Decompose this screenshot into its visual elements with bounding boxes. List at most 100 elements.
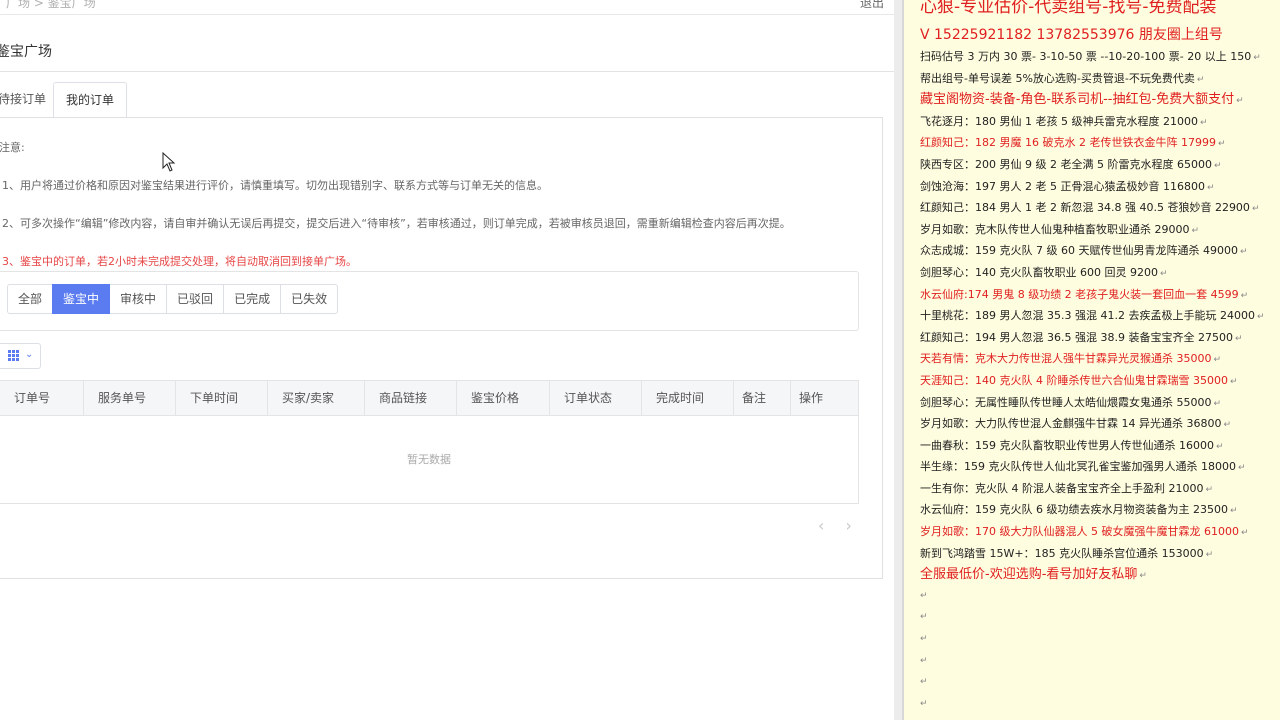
tab-panel: 注意: 1、用户将通过价格和原因对鉴宝结果进行评价，请慎重填写。切勿出现错别字、… — [0, 117, 883, 579]
document-line: 全服最低价-欢迎选购-看号加好友私聊 ↵ — [920, 564, 1280, 586]
filter-all-button[interactable]: 全部 — [7, 284, 54, 314]
document-line-text: 岁月如歌：170 级大力队仙器混人 5 破女魔强牛魔甘霖龙 61000 — [920, 525, 1239, 539]
document-line: 岁月如歌：大力队传世混人金麒强牛甘霖 14 异光通杀 36800 ↵ — [920, 413, 1280, 435]
order-tabs: 待接订单 我的订单 — [0, 82, 882, 118]
chevron-down-icon: ⌄ — [25, 349, 34, 360]
document-line-text: 飞花逐月：180 男仙 1 老孩 5 级神兵雷克水程度 21000 — [920, 114, 1198, 128]
notice-item-3: 3、鉴宝中的订单，若2小时未完成提交处理，将自动取消回到接单广场。 — [2, 255, 357, 268]
paragraph-mark-icon: ↵ — [920, 612, 928, 623]
column-header[interactable]: 鉴宝价格 — [457, 381, 550, 415]
document-line-text: 藏宝阁物资-装备-角色-联系司机--抽红包-免费大额支付 — [920, 92, 1235, 108]
paragraph-mark-icon: ↵ — [1256, 312, 1265, 323]
paragraph-mark-icon: ↵ — [920, 677, 928, 688]
logout-link[interactable]: 退出 — [860, 0, 884, 11]
paragraph-mark-icon: ↵ — [1191, 225, 1200, 236]
column-header[interactable]: 订单状态 — [550, 381, 642, 415]
document-line-text: 一曲春秋：159 克火队畜牧职业传世男人传世仙通杀 16000 — [920, 438, 1214, 452]
document-line: 一曲春秋：159 克火队畜牧职业传世男人传世仙通杀 16000 ↵ — [920, 435, 1280, 457]
document-heading: 心狠-专业估价-代卖组号-找号-免费配装 — [920, 0, 1217, 17]
document-line: 藏宝阁物资-装备-角色-联系司机--抽红包-免费大额支付 ↵ — [920, 89, 1280, 111]
paragraph-mark-icon: ↵ — [1159, 268, 1168, 279]
document-line: 十里桃花：189 男人忽混 35.3 强混 41.2 去疾孟极上手能玩 2400… — [920, 305, 1280, 327]
paragraph-mark-icon: ↵ — [1205, 549, 1214, 560]
document-line: 红颜知己：184 男人 1 老 2 新忽混 34.8 强 40.5 苍狼妙音 2… — [920, 197, 1280, 219]
contact-line: V 15225921182 13782553976 朋友圈上组号 — [920, 27, 1223, 43]
document-line-text: 帮出组号-单号误差 5%放心选购-买贵管退-不玩免费代卖 — [920, 71, 1195, 85]
document-line-text: 剑胆琴心：无属性睡队传世睡人太皓仙煨霞女鬼通杀 55000 — [920, 395, 1212, 409]
document-line-text: 岁月如歌：克木队传世人仙鬼种植畜牧职业通杀 29000 — [920, 222, 1190, 236]
document-line: 剑蚀沧海：197 男人 2 老 5 正骨混心猿孟极妙音 116800 ↵ — [920, 176, 1280, 198]
document-line-text: 岁月如歌：大力队传世混人金麒强牛甘霖 14 异光通杀 36800 — [920, 417, 1222, 431]
tab-pending-orders[interactable]: 待接订单 — [0, 82, 50, 116]
next-page-button[interactable]: › — [846, 516, 852, 535]
paragraph-mark-icon: ↵ — [1199, 117, 1208, 128]
column-settings-button[interactable]: ⌄ — [0, 343, 41, 369]
column-header[interactable]: 操作 — [791, 381, 858, 415]
document-line-text: 半生缘：159 克火队传世人仙北冥孔雀宝鉴加强男人通杀 18000 — [920, 460, 1236, 474]
order-app: 广场 > 鉴宝广场 退出 鉴宝广场 待接订单 我的订单 注意: 1、用户将通过价… — [0, 0, 894, 720]
pagination: ‹ › — [810, 516, 860, 535]
document-line-text: 剑胆琴心：140 克火队畜牧职业 600 回灵 9200 — [920, 265, 1158, 279]
column-header[interactable]: 下单时间 — [176, 381, 268, 415]
page-title: 鉴宝广场 — [0, 44, 52, 60]
document-line: 扫码估号 3 万内 30 票- 3-10-50 票 --10-20-100 票-… — [920, 46, 1280, 68]
paragraph-mark-icon: ↵ — [1236, 96, 1244, 107]
paragraph-mark-icon: ↵ — [920, 590, 928, 601]
document-line: 众志成城：159 克火队 7 级 60 天赋传世仙男青龙阵通杀 49000 ↵ — [920, 240, 1280, 262]
paragraph-mark-icon: ↵ — [1234, 333, 1243, 344]
column-header[interactable]: 买家/卖家 — [268, 381, 365, 415]
document-line: 天若有情：克木大力传世混人强牛甘霖异光灵猴通杀 35000 ↵ — [920, 348, 1280, 370]
paragraph-mark-icon: ↵ — [1229, 376, 1238, 387]
paragraph-mark-icon: ↵ — [1213, 398, 1222, 409]
notice-item-2: 2、可多次操作“编辑”修改内容，请自审并确认无误后再提交，提交后进入“待审核”，… — [2, 217, 791, 230]
prev-page-button[interactable]: ‹ — [818, 516, 824, 535]
filter-reviewing-button[interactable]: 审核中 — [109, 284, 168, 314]
paragraph-mark-icon: ↵ — [1213, 160, 1222, 171]
filter-appraising-button[interactable]: 鉴宝中 — [52, 284, 111, 314]
notice-title: 注意: — [0, 141, 25, 154]
document-line-text: 红颜知己：194 男人忽混 36.5 强混 38.9 装备宝宝齐全 27500 — [920, 330, 1233, 344]
column-header[interactable]: 备注 — [734, 381, 791, 415]
document-line: 剑胆琴心：140 克火队畜牧职业 600 回灵 9200 ↵ — [920, 262, 1280, 284]
document-line: 天涯知己：140 克火队 4 阶睡杀传世六合仙鬼甘霖瑞雪 35000 ↵ — [920, 370, 1280, 392]
document-line-text: 众志成城：159 克火队 7 级 60 天赋传世仙男青龙阵通杀 49000 — [920, 244, 1238, 258]
document-line: 红颜知己：182 男魔 16 破克水 2 老传世铁衣金牛阵 17999 ↵ — [920, 132, 1280, 154]
table-header: 订单号 服务单号 下单时间 买家/卖家 商品链接 鉴宝价格 订单状态 完成时间 … — [0, 381, 858, 416]
document-body[interactable]: 扫码估号 3 万内 30 票- 3-10-50 票 --10-20-100 票-… — [920, 46, 1280, 715]
paragraph-mark-icon: ↵ — [920, 698, 928, 709]
empty-state: 暂无数据 — [407, 453, 451, 466]
document-line-text: 红颜知己：184 男人 1 老 2 新忽混 34.8 强 40.5 苍狼妙音 2… — [920, 201, 1250, 215]
paragraph-mark-icon: ↵ — [1206, 182, 1215, 193]
paragraph-mark-icon: ↵ — [1251, 204, 1260, 215]
document-line: 水云仙府：159 克火队 6 级功绩去疾水月物资装备为主 23500 ↵ — [920, 499, 1280, 521]
filter-expired-button[interactable]: 已失效 — [280, 284, 339, 314]
grid-icon — [8, 350, 19, 361]
filter-rejected-button[interactable]: 已驳回 — [166, 284, 225, 314]
paragraph-mark-icon: ↵ — [1229, 506, 1238, 517]
tab-my-orders[interactable]: 我的订单 — [53, 82, 127, 118]
top-bar: 广场 > 鉴宝广场 退出 — [0, 0, 894, 15]
document-line-text: 一生有你：克火队 4 阶混人装备宝宝齐全上手盈利 21000 — [920, 481, 1204, 495]
paragraph-mark-icon: ↵ — [920, 655, 928, 666]
document-line: 岁月如歌：克木队传世人仙鬼种植畜牧职业通杀 29000 ↵ — [920, 219, 1280, 241]
paragraph-mark-icon: ↵ — [1223, 420, 1232, 431]
document-line-text: 全服最低价-欢迎选购-看号加好友私聊 — [920, 567, 1138, 583]
paragraph-mark-icon: ↵ — [1213, 355, 1222, 366]
column-header[interactable]: 服务单号 — [84, 381, 176, 415]
document-line-text: 水云仙府：159 克火队 6 级功绩去疾水月物资装备为主 23500 — [920, 503, 1228, 517]
document-line: 一生有你：克火队 4 阶混人装备宝宝齐全上手盈利 21000 ↵ — [920, 478, 1280, 500]
paragraph-mark-icon: ↵ — [920, 634, 928, 645]
document-line: 飞花逐月：180 男仙 1 老孩 5 级神兵雷克水程度 21000 ↵ — [920, 111, 1280, 133]
paragraph-mark-icon: ↵ — [1240, 290, 1249, 301]
column-header[interactable]: 完成时间 — [642, 381, 734, 415]
document-line: 剑胆琴心：无属性睡队传世睡人太皓仙煨霞女鬼通杀 55000 ↵ — [920, 392, 1280, 414]
status-filter-group: 全部 鉴宝中 审核中 已驳回 已完成 已失效 — [7, 284, 339, 314]
document-line-text: 水云仙府:174 男鬼 8 级功绩 2 老孩子鬼火装一套回血一套 4599 — [920, 287, 1239, 301]
breadcrumb[interactable]: 广场 > 鉴宝广场 — [6, 0, 96, 11]
paragraph-mark-icon: ↵ — [1239, 247, 1248, 258]
filter-completed-button[interactable]: 已完成 — [223, 284, 282, 314]
column-header[interactable]: 订单号 — [0, 381, 84, 415]
column-header[interactable]: 商品链接 — [365, 381, 457, 415]
document-line-text: 天涯知己：140 克火队 4 阶睡杀传世六合仙鬼甘霖瑞雪 35000 — [920, 373, 1228, 387]
document-line: 新到飞鸿踏雪 15W+：185 克火队睡杀宫位通杀 153000 ↵ — [920, 543, 1280, 565]
